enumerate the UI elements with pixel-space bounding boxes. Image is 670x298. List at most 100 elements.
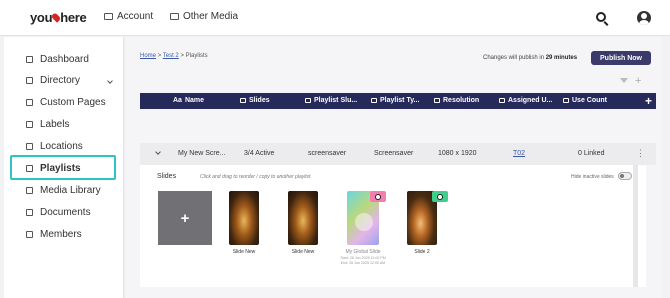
page-icon (26, 99, 33, 106)
column-header-label: Use Count (572, 97, 607, 104)
hide-inactive-label: Hide inactive slides (571, 174, 614, 180)
more-options-icon[interactable]: ⋮ (636, 148, 645, 159)
column-header-assigned[interactable]: Assigned U... (499, 97, 552, 104)
sidebar-item-dashboard[interactable]: Dashboard (4, 49, 124, 69)
user-avatar-icon[interactable] (637, 11, 651, 25)
cell-name: My New Scre... (178, 150, 226, 157)
column-header-slides[interactable]: Slides (240, 97, 270, 104)
cell-assigned-link[interactable]: T02 (513, 150, 525, 157)
assigned-icon (499, 98, 505, 103)
publish-note-time: 29 minutes (545, 55, 578, 61)
slides-panel: Slides Click and drag to reorder / copy … (140, 165, 646, 287)
breadcrumb-home-link[interactable]: Home (140, 53, 156, 59)
label-icon (26, 121, 33, 128)
sidebar-item-directory[interactable]: Directory (4, 70, 124, 90)
slides-scrollbar[interactable] (633, 165, 638, 287)
cell-resolution: 1080 x 1920 (438, 150, 477, 157)
column-header-label: Assigned U... (508, 97, 553, 104)
nav-other-media[interactable]: Other Media (170, 11, 238, 22)
breadcrumb-project-link[interactable]: Test 2 (163, 53, 179, 59)
breadcrumb-separator: > (157, 53, 162, 59)
sidebar-item-locations[interactable]: Locations (4, 136, 124, 156)
sidebar-item-label: Media Library (40, 184, 101, 196)
slide-schedule-end: End: 26 Jun 2025 12:00 AM (340, 261, 386, 265)
sidebar-item-media-library[interactable]: Media Library (4, 180, 124, 200)
nav-account[interactable]: Account (104, 11, 153, 22)
nav-account-label: Account (117, 11, 154, 22)
sidebar-item-label: Members (40, 228, 82, 240)
slides-icon (240, 98, 246, 103)
members-icon (26, 231, 33, 238)
add-column-icon[interactable]: + (645, 94, 652, 108)
list-icon (371, 98, 377, 103)
column-header-playlist-type[interactable]: Playlist Ty... (371, 97, 419, 104)
app-logo[interactable]: you here (30, 10, 87, 25)
column-header-label: Playlist Ty... (380, 97, 420, 104)
sidebar-item-label: Documents (40, 206, 91, 218)
dashboard-icon (26, 56, 33, 63)
slides-hint: Click and drag to reorder / copy to anot… (200, 174, 311, 180)
breadcrumb-separator: > (180, 53, 184, 59)
cell-slug: screensaver (308, 150, 347, 157)
global-badge (432, 191, 448, 202)
nav-other-media-label: Other Media (183, 11, 239, 22)
slide-caption: Slide New (232, 249, 256, 255)
cell-slides: 3/4 Active (244, 150, 275, 157)
globe-icon (437, 193, 443, 200)
slide-thumbnail-2[interactable] (288, 191, 318, 245)
sidebar-item-documents[interactable]: Documents (4, 202, 124, 222)
column-header-playlist-slug[interactable]: Playlist Slu... (305, 97, 357, 104)
cell-type: Screensaver (374, 150, 414, 157)
column-header-label: Resolution (443, 97, 480, 104)
search-icon[interactable] (596, 12, 606, 22)
add-slide-button[interactable]: + (158, 191, 212, 245)
chevron-down-icon[interactable] (155, 149, 161, 155)
slide-caption: My Global Slide (345, 249, 381, 255)
media-icon (26, 187, 33, 194)
global-badge (370, 191, 386, 202)
column-header-label: Slides (249, 97, 270, 104)
document-icon (26, 209, 33, 216)
publish-countdown: Changes will publish in 29 minutes (483, 55, 577, 61)
sidebar-item-members[interactable]: Members (4, 224, 124, 244)
column-header-name[interactable]: Aa Name (173, 97, 204, 104)
breadcrumb-current: Playlists (185, 53, 208, 59)
publish-now-button[interactable]: Publish Now (591, 51, 651, 65)
count-icon (563, 98, 569, 103)
filter-icon[interactable] (620, 78, 628, 83)
column-header-resolution[interactable]: Resolution (434, 97, 479, 104)
top-bar: you here Account Other Media (0, 0, 670, 36)
directory-icon (26, 77, 33, 84)
breadcrumb: Home > Test 2 > Playlists (140, 53, 208, 59)
globe-icon (375, 193, 381, 200)
media-icon (170, 13, 179, 20)
publish-note-text: Changes will publish in (483, 55, 545, 61)
add-icon[interactable]: + (635, 75, 641, 87)
resolution-icon (434, 98, 440, 103)
slides-title: Slides (157, 173, 177, 180)
text-type-icon: Aa (173, 97, 182, 104)
sidebar-item-labels[interactable]: Labels (4, 114, 124, 134)
sidebar-item-label: Labels (40, 118, 70, 130)
sidebar-item-label: Dashboard (40, 53, 89, 65)
hide-inactive-toggle[interactable] (618, 172, 632, 180)
account-icon (104, 13, 113, 20)
cell-use-count: 0 Linked (578, 150, 605, 157)
sidebar-item-label: Directory (40, 74, 81, 86)
sidebar-item-label: Locations (40, 140, 83, 152)
sidebar-item-label: Custom Pages (40, 96, 106, 108)
location-pin-icon (26, 143, 33, 150)
slide-caption: Slide 2 (414, 249, 430, 255)
playlists-highlight-outline (10, 155, 116, 180)
column-header-label: Playlist Slu... (314, 97, 358, 104)
sidebar-item-custom-pages[interactable]: Custom Pages (4, 92, 124, 112)
column-header-use-count[interactable]: Use Count (563, 97, 607, 104)
table-header: Aa Name Slides Playlist Slu... Playlist … (140, 93, 656, 109)
main-content: Home > Test 2 > Playlists Changes will p… (126, 37, 662, 298)
column-header-label: Name (184, 97, 205, 104)
slide-thumbnail-1[interactable] (229, 191, 259, 245)
slide-caption: Slide New (291, 249, 315, 255)
list-icon (305, 98, 311, 103)
table-row[interactable]: My New Scre... 3/4 Active screensaver Sc… (140, 143, 656, 165)
chevron-down-icon (107, 78, 113, 84)
